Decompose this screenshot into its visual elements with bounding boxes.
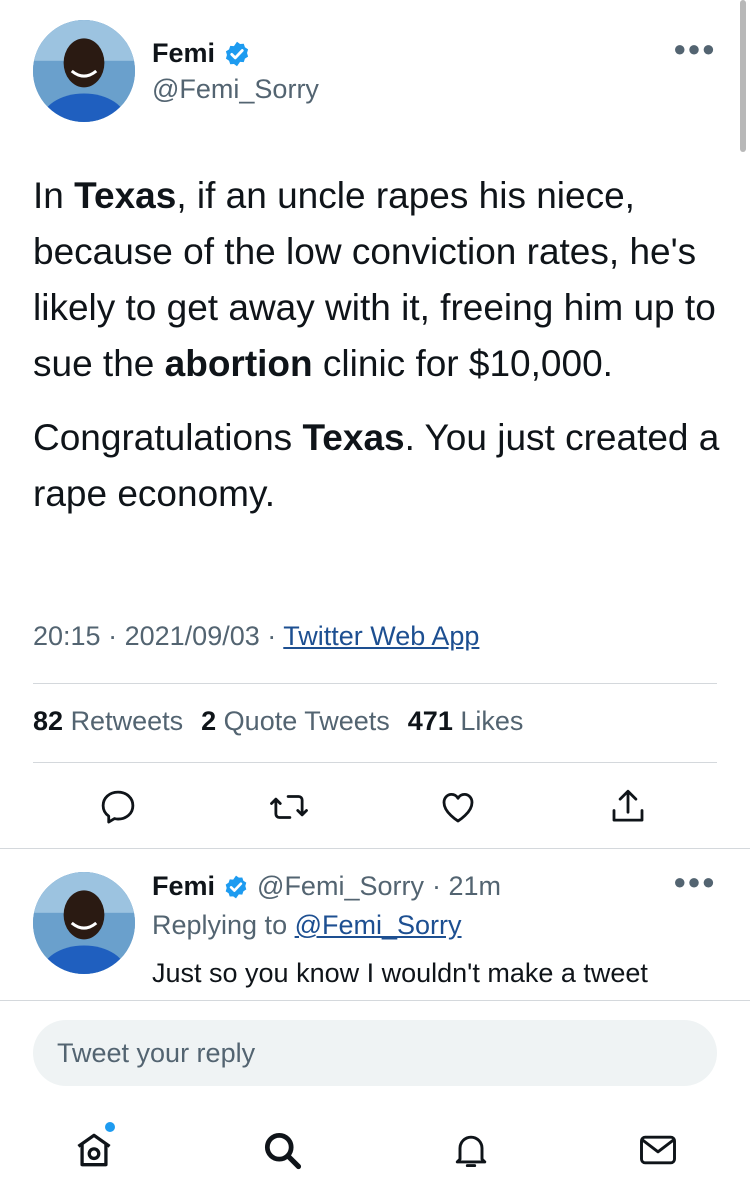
scrollbar[interactable] xyxy=(740,0,746,152)
retweets-stat[interactable]: 82 Retweets xyxy=(33,706,183,737)
reply-header: Femi @Femi_Sorry · 21m xyxy=(152,871,501,902)
meta-separator: · xyxy=(108,621,118,651)
retweet-icon[interactable] xyxy=(268,786,310,828)
meta-separator: · xyxy=(267,621,277,651)
replying-to: Replying to @Femi_Sorry xyxy=(152,910,462,941)
author-name-row: Femi xyxy=(152,38,251,69)
like-icon[interactable] xyxy=(437,786,479,828)
quote-tweets-stat[interactable]: 2 Quote Tweets xyxy=(201,706,390,737)
reply-author-avatar[interactable] xyxy=(33,872,135,974)
home-icon[interactable] xyxy=(72,1128,116,1172)
tweet-stats: 82 Retweets 2 Quote Tweets 471 Likes xyxy=(33,706,523,737)
tweet-bold-word: Texas xyxy=(302,417,405,458)
replying-handle-link[interactable]: @Femi_Sorry xyxy=(295,910,462,940)
tweet-actions xyxy=(0,786,750,828)
messages-icon[interactable] xyxy=(636,1128,680,1172)
avatar-photo xyxy=(33,20,135,122)
verified-badge-icon xyxy=(223,874,249,900)
author-handle[interactable]: @Femi_Sorry xyxy=(152,74,319,105)
reply-icon[interactable] xyxy=(97,786,139,828)
bottom-tab-bar xyxy=(0,1122,750,1176)
more-horizontal-icon[interactable]: ●●● xyxy=(673,869,716,895)
replying-prefix: Replying to xyxy=(152,910,288,940)
tweet-text: In Texas, if an uncle rapes his niece, b… xyxy=(33,168,723,522)
reply-text: Just so you know I wouldn't make a tweet xyxy=(152,958,648,988)
reply-author-handle[interactable]: @Femi_Sorry xyxy=(257,871,424,902)
reply-author-name[interactable]: Femi xyxy=(152,871,215,902)
tweet-text-run: In xyxy=(33,175,75,216)
reply-age: · 21m xyxy=(431,871,501,901)
divider xyxy=(33,762,717,763)
composer-placeholder: Tweet your reply xyxy=(57,1037,256,1068)
author-avatar[interactable] xyxy=(33,20,135,122)
search-icon[interactable] xyxy=(260,1128,304,1172)
tweet-bold-word: Texas xyxy=(74,175,177,216)
divider xyxy=(33,683,717,684)
tweet-source-link[interactable]: Twitter Web App xyxy=(283,621,479,651)
tweet-paragraph-1: In Texas, if an uncle rapes his niece, b… xyxy=(33,168,723,392)
reply-composer-input[interactable]: Tweet your reply xyxy=(33,1020,717,1086)
divider xyxy=(0,1000,750,1001)
notifications-icon[interactable] xyxy=(449,1128,493,1172)
more-horizontal-icon[interactable]: ●●● xyxy=(673,36,716,62)
avatar-photo xyxy=(33,872,135,974)
tweet-date: 2021/09/03 xyxy=(124,621,260,651)
tweet-time: 20:15 xyxy=(33,621,101,651)
tweet-bold-word: abortion xyxy=(164,343,313,384)
verified-badge-icon xyxy=(223,40,251,68)
tweet-text-run: Congratulations xyxy=(33,417,303,458)
share-icon[interactable] xyxy=(607,786,649,828)
divider xyxy=(0,848,750,849)
tweet-text-run: clinic for $10,000. xyxy=(312,343,613,384)
likes-stat[interactable]: 471 Likes xyxy=(408,706,524,737)
tweet-meta: 20:15 · 2021/09/03 · Twitter Web App xyxy=(33,621,479,652)
tweet-paragraph-2: Congratulations Texas. You just created … xyxy=(33,410,723,522)
notification-dot xyxy=(105,1122,115,1132)
author-name[interactable]: Femi xyxy=(152,38,215,69)
